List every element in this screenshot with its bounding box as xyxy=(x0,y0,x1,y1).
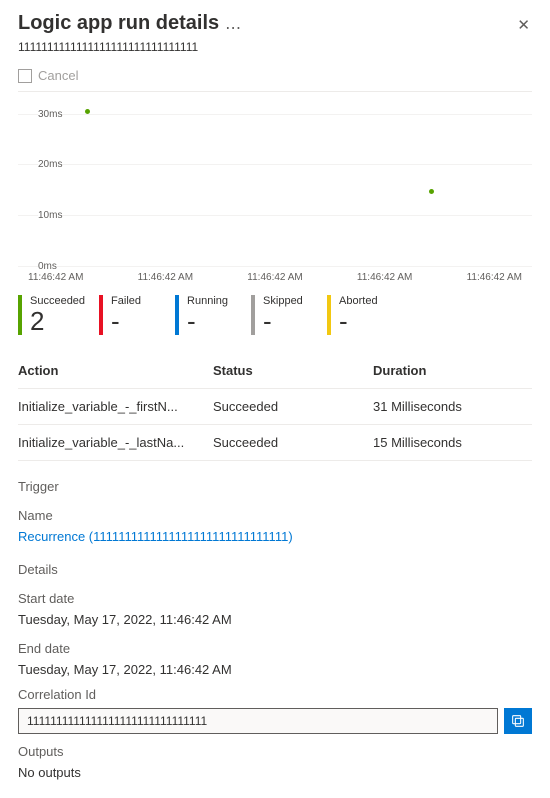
correlation-id-input[interactable] xyxy=(18,708,498,734)
cell-duration: 31 Milliseconds xyxy=(373,399,532,414)
counter-skipped[interactable]: Skipped - xyxy=(251,295,313,335)
cell-duration: 15 Milliseconds xyxy=(373,435,532,450)
chart-point xyxy=(429,189,434,194)
chart-x-axis: 11:46:42 AM 11:46:42 AM 11:46:42 AM 11:4… xyxy=(18,272,532,283)
counter-aborted[interactable]: Aborted - xyxy=(327,295,389,335)
details-section-label: Details xyxy=(18,562,532,577)
x-tick-label: 11:46:42 AM xyxy=(357,272,412,283)
status-bar-icon xyxy=(18,295,22,335)
x-tick-label: 11:46:42 AM xyxy=(28,272,83,283)
actions-table: Action Status Duration Initialize_variab… xyxy=(18,353,532,461)
counter-value: - xyxy=(111,307,161,335)
run-id: 1111111111111111111111111111111 xyxy=(18,40,532,54)
cancel-button[interactable]: Cancel xyxy=(38,68,78,83)
copy-icon xyxy=(510,713,526,729)
outputs-value: No outputs xyxy=(18,765,532,780)
y-tick-label: 10ms xyxy=(38,210,62,221)
run-duration-chart: 30ms 20ms 10ms 0ms xyxy=(18,106,532,266)
status-bar-icon xyxy=(327,295,331,335)
correlation-id-label: Correlation Id xyxy=(18,687,532,702)
cancel-icon xyxy=(18,69,32,83)
status-bar-icon xyxy=(175,295,179,335)
status-counters: Succeeded 2 Failed - Running - Skipped - xyxy=(18,295,532,335)
counter-failed[interactable]: Failed - xyxy=(99,295,161,335)
trigger-name-label: Name xyxy=(18,508,532,523)
col-header-status[interactable]: Status xyxy=(213,363,373,378)
y-tick-label: 30ms xyxy=(38,109,62,120)
status-bar-icon xyxy=(99,295,103,335)
col-header-action[interactable]: Action xyxy=(18,363,213,378)
page-title: Logic app run details xyxy=(18,12,219,35)
end-date-value: Tuesday, May 17, 2022, 11:46:42 AM xyxy=(18,662,532,677)
counter-succeeded[interactable]: Succeeded 2 xyxy=(18,295,85,335)
table-row[interactable]: Initialize_variable_-_firstN... Succeede… xyxy=(18,389,532,425)
table-row[interactable]: Initialize_variable_-_lastNa... Succeede… xyxy=(18,425,532,461)
counter-value: - xyxy=(187,307,237,335)
col-header-duration[interactable]: Duration xyxy=(373,363,532,378)
counter-running[interactable]: Running - xyxy=(175,295,237,335)
x-tick-label: 11:46:42 AM xyxy=(138,272,193,283)
cell-action: Initialize_variable_-_firstN... xyxy=(18,399,213,414)
y-tick-label: 0ms xyxy=(38,261,57,272)
more-icon[interactable]: ⋯ xyxy=(225,18,242,38)
cell-status: Succeeded xyxy=(213,399,373,414)
cell-status: Succeeded xyxy=(213,435,373,450)
x-tick-label: 11:46:42 AM xyxy=(467,272,522,283)
start-date-label: Start date xyxy=(18,591,532,606)
counter-value: 2 xyxy=(30,307,85,335)
trigger-section-label: Trigger xyxy=(18,479,532,494)
start-date-value: Tuesday, May 17, 2022, 11:46:42 AM xyxy=(18,612,532,627)
y-tick-label: 20ms xyxy=(38,159,62,170)
trigger-name-link[interactable]: Recurrence (1111111111111111111111111111… xyxy=(18,529,532,544)
cell-action: Initialize_variable_-_lastNa... xyxy=(18,435,213,450)
close-button[interactable]: ✕ xyxy=(515,12,532,38)
counter-value: - xyxy=(263,307,313,335)
copy-button[interactable] xyxy=(504,708,532,734)
outputs-label: Outputs xyxy=(18,744,532,759)
chart-point xyxy=(85,109,90,114)
counter-value: - xyxy=(339,307,389,335)
status-bar-icon xyxy=(251,295,255,335)
end-date-label: End date xyxy=(18,641,532,656)
x-tick-label: 11:46:42 AM xyxy=(247,272,302,283)
